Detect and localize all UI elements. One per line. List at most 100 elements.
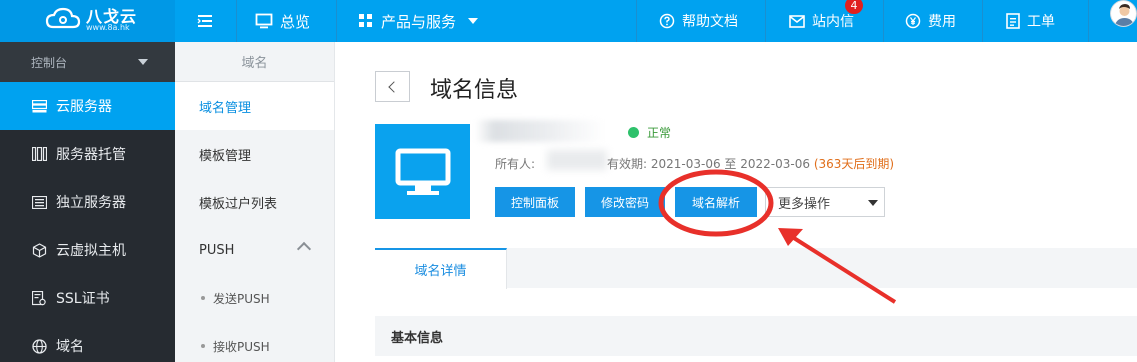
sidebar-item-label: 域名 xyxy=(56,339,84,355)
globe-icon xyxy=(31,338,47,354)
more-actions-dropdown[interactable]: 更多操作 xyxy=(765,187,885,217)
overview-menu[interactable]: 总览 xyxy=(255,0,310,42)
submenu-item-label: 模板过户列表 xyxy=(199,196,278,212)
domain-tile xyxy=(375,124,470,219)
tab-domain-details[interactable]: 域名详情 xyxy=(375,248,507,289)
sidebar-item-ssl-certificate[interactable]: SSL证书 xyxy=(0,274,175,322)
divider xyxy=(236,0,237,42)
overview-label: 总览 xyxy=(280,12,311,31)
submenu-item-push[interactable]: PUSH xyxy=(175,226,334,274)
divider xyxy=(636,0,637,42)
monitor-icon xyxy=(255,13,273,29)
submenu-item-template-management[interactable]: 模板管理 xyxy=(175,130,334,178)
list-icon xyxy=(31,194,47,210)
help-docs-label: 帮助文档 xyxy=(682,14,738,30)
chevron-up-icon xyxy=(296,241,312,257)
billing-label: 费用 xyxy=(928,14,956,30)
sidebar-item-label: SSL证书 xyxy=(56,291,110,307)
cloud-logo-icon xyxy=(45,7,81,29)
submenu-item-template-transfer-list[interactable]: 模板过户列表 xyxy=(175,178,334,226)
products-menu[interactable]: 产品与服务 xyxy=(358,0,485,42)
submenu-item-domain-management[interactable]: 域名管理 xyxy=(175,82,334,130)
submenu-item-label: PUSH xyxy=(199,242,235,258)
sidebar-item-server-hosting[interactable]: 服务器托管 xyxy=(0,130,175,178)
app-root: 八戈云 www.8a.hk 总览 产品与服务 帮助文档 站内信 4 费用 工单 … xyxy=(0,0,1137,362)
monitor-icon xyxy=(395,148,450,195)
sidebar-item-label: 云虚拟主机 xyxy=(56,243,126,259)
caret-down-icon xyxy=(468,18,479,24)
server-icon xyxy=(31,98,47,114)
yen-circle-icon xyxy=(905,13,921,29)
console-label: 控制台 xyxy=(31,55,68,70)
domain-name-redacted xyxy=(475,120,605,142)
console-selector[interactable]: 控制台 xyxy=(0,42,175,82)
owner-label: 所有人: xyxy=(495,157,536,171)
divider xyxy=(982,0,983,42)
messages-label: 站内信 xyxy=(812,14,854,30)
tab-bar: 域名详情 xyxy=(375,248,1137,289)
top-navigation-bar: 八戈云 www.8a.hk 总览 产品与服务 帮助文档 站内信 4 费用 工单 xyxy=(0,0,1137,42)
menu-collapse-icon xyxy=(197,15,212,27)
help-docs-link[interactable]: 帮助文档 xyxy=(659,0,738,42)
submenu-item-receive-push[interactable]: 接收PUSH xyxy=(175,322,334,362)
certificate-icon xyxy=(31,290,47,306)
main-sidebar: 控制台 云服务器 服务器托管 独立服务器 云虚拟主机 SSL证书 域名 xyxy=(0,42,175,362)
sidebar-item-label: 云服务器 xyxy=(56,99,112,115)
sidebar-item-virtual-host[interactable]: 云虚拟主机 xyxy=(0,226,175,274)
divider xyxy=(883,0,884,42)
divider xyxy=(765,0,766,42)
user-avatar[interactable] xyxy=(1110,0,1137,27)
more-actions-label: 更多操作 xyxy=(778,196,831,212)
sidebar-item-label: 服务器托管 xyxy=(56,147,126,163)
back-button[interactable] xyxy=(375,71,410,102)
sidebar-item-label: 独立服务器 xyxy=(56,195,126,211)
tickets-link[interactable]: 工单 xyxy=(1006,0,1055,42)
validity-remaining: (363天后到期) xyxy=(813,157,895,171)
envelope-icon xyxy=(789,14,805,28)
section-header-basic-info: 基本信息 xyxy=(375,316,1137,356)
sidebar-item-domain[interactable]: 域名 xyxy=(0,322,175,362)
sidebar-item-cloud-server[interactable]: 云服务器 xyxy=(0,82,175,130)
sidebar-toggle-button[interactable] xyxy=(197,0,220,42)
rack-icon xyxy=(31,146,47,162)
bullet-icon xyxy=(201,296,205,300)
status-label: 正常 xyxy=(647,126,672,140)
change-password-button[interactable]: 修改密码 xyxy=(585,187,665,217)
unread-count-badge: 4 xyxy=(845,0,863,14)
brand-logo[interactable]: 八戈云 www.8a.hk xyxy=(0,0,175,42)
grid-icon xyxy=(359,14,372,27)
divider xyxy=(1088,0,1089,42)
divider xyxy=(336,0,337,42)
tickets-label: 工单 xyxy=(1027,14,1055,30)
submenu-item-label: 发送PUSH xyxy=(213,291,270,306)
owner-value-redacted xyxy=(547,150,607,170)
bullet-icon xyxy=(201,344,205,348)
domain-submenu: 域名 域名管理 模板管理 模板过户列表 PUSH 发送PUSH 接收PUSH xyxy=(175,42,335,362)
validity-field: 有效期: 2021-03-06 至 2022-03-06 (363天后到期) xyxy=(607,155,894,172)
main-content: 域名信息 正常 所有人: 有效期: 2021-03-06 至 2022-03-0… xyxy=(335,42,1137,362)
products-label: 产品与服务 xyxy=(381,12,457,31)
submenu-item-label: 域名管理 xyxy=(199,100,252,116)
cube-icon xyxy=(31,242,47,258)
question-circle-icon xyxy=(659,13,675,29)
user-avatar-icon xyxy=(1114,4,1135,26)
dns-resolve-button[interactable]: 域名解析 xyxy=(675,187,757,217)
owner-field: 所有人: xyxy=(495,155,535,172)
submenu-item-send-push[interactable]: 发送PUSH xyxy=(175,274,334,322)
caret-down-icon xyxy=(138,59,148,65)
document-icon xyxy=(1006,13,1020,29)
caret-down-icon xyxy=(868,200,878,206)
submenu-item-label: 接收PUSH xyxy=(213,339,270,354)
control-panel-button[interactable]: 控制面板 xyxy=(495,187,575,217)
validity-range: 2021-03-06 至 2022-03-06 xyxy=(650,157,810,171)
brand-url: www.8a.hk xyxy=(86,23,130,32)
status-dot-icon xyxy=(628,127,639,138)
sidebar-item-dedicated-server[interactable]: 独立服务器 xyxy=(0,178,175,226)
submenu-title: 域名 xyxy=(175,42,334,82)
chevron-left-icon xyxy=(388,80,400,93)
page-title: 域名信息 xyxy=(430,78,519,103)
submenu-item-label: 模板管理 xyxy=(199,148,252,164)
status-badge: 正常 xyxy=(628,124,671,141)
billing-link[interactable]: 费用 xyxy=(905,0,956,42)
validity-label: 有效期: xyxy=(607,157,648,171)
